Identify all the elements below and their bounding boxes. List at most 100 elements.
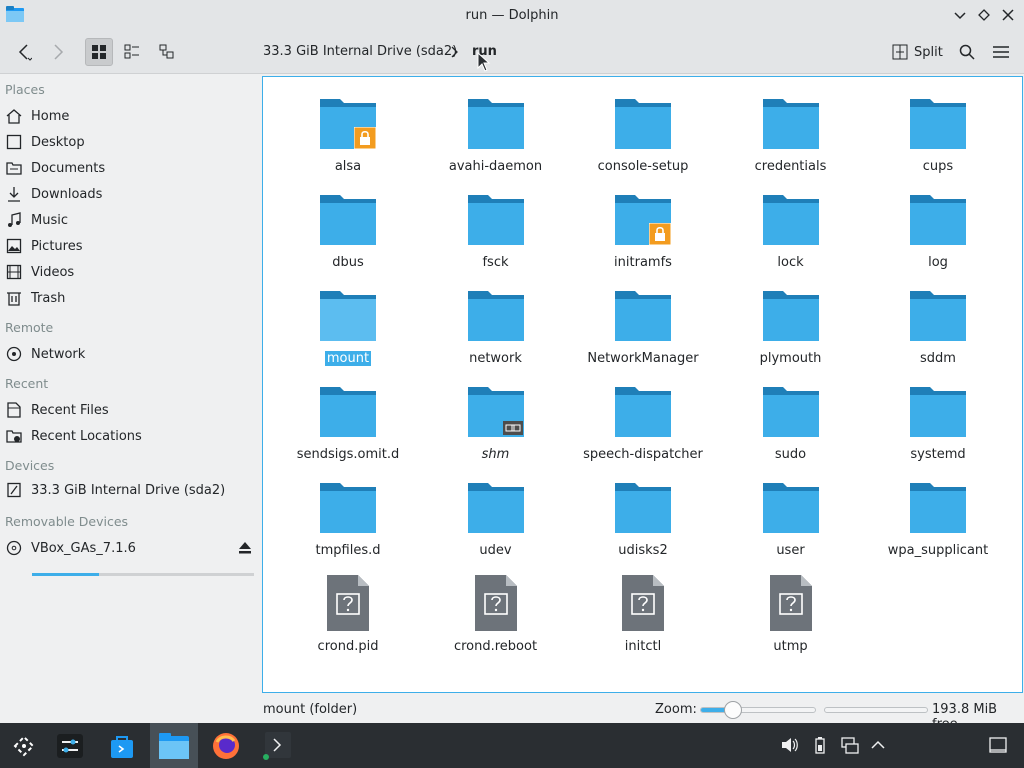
- file-item[interactable]: crond.reboot: [426, 569, 566, 659]
- file-item[interactable]: crond.pid: [278, 569, 418, 659]
- unknown-file-icon: [613, 573, 673, 633]
- firefox-icon: [213, 732, 239, 759]
- sidebar-item-music[interactable]: Music: [5, 208, 255, 232]
- file-item[interactable]: utmp: [721, 569, 861, 659]
- battery-tray[interactable]: [810, 735, 830, 755]
- folder-item[interactable]: mount: [278, 281, 418, 371]
- taskbar-discover[interactable]: [98, 723, 146, 768]
- folder-item[interactable]: wpa_supplicant: [868, 473, 1008, 563]
- kde-launcher-icon: [13, 735, 35, 756]
- file-name-label: alsa: [334, 159, 362, 174]
- file-name-label: NetworkManager: [587, 351, 699, 366]
- desktop-icon: [989, 737, 1007, 753]
- file-name-label: systemd: [910, 447, 966, 462]
- folder-item[interactable]: cups: [868, 89, 1008, 179]
- folder-item[interactable]: udev: [426, 473, 566, 563]
- folder-item[interactable]: speech-dispatcher: [573, 377, 713, 467]
- close-button[interactable]: [998, 5, 1018, 25]
- show-hidden-tray[interactable]: [868, 735, 888, 755]
- file-view[interactable]: alsa avahi-daemon console-setup credentials…: [262, 76, 1023, 693]
- folder-item[interactable]: udisks2: [573, 473, 713, 563]
- file-item[interactable]: initctl: [573, 569, 713, 659]
- sidebar-item-desktop[interactable]: Desktop: [5, 130, 255, 154]
- folder-item[interactable]: initramfs: [573, 185, 713, 275]
- section-removable-devices: Removable Devices: [5, 514, 129, 529]
- file-name-label: dbus: [332, 255, 364, 270]
- folder-item[interactable]: lock: [721, 185, 861, 275]
- folder-item[interactable]: fsck: [426, 185, 566, 275]
- folder-item[interactable]: sendsigs.omit.d: [278, 377, 418, 467]
- folder-item[interactable]: dbus: [278, 185, 418, 275]
- file-name-label: console-setup: [597, 159, 689, 174]
- folder-icon: [908, 477, 968, 537]
- show-desktop-button[interactable]: [988, 735, 1008, 755]
- folder-item[interactable]: log: [868, 185, 1008, 275]
- lock-badge-icon: [353, 126, 377, 150]
- folder-item[interactable]: sddm: [868, 281, 1008, 371]
- file-name-label: credentials: [754, 159, 827, 174]
- folder-item[interactable]: network: [426, 281, 566, 371]
- folder-icon: [466, 285, 526, 345]
- folder-item[interactable]: plymouth: [721, 281, 861, 371]
- menu-button[interactable]: [987, 38, 1015, 66]
- folder-item[interactable]: user: [721, 473, 861, 563]
- grid-view-icon: [92, 45, 106, 59]
- compact-view-button[interactable]: [118, 38, 146, 66]
- taskbar-terminal[interactable]: [254, 723, 302, 768]
- folder-item[interactable]: shm: [426, 377, 566, 467]
- file-name-label: udev: [479, 543, 512, 558]
- volume-tray[interactable]: [780, 735, 800, 755]
- folder-item[interactable]: credentials: [721, 89, 861, 179]
- sidebar-item-label: Desktop: [31, 134, 85, 150]
- sidebar-item-vbox-gas[interactable]: VBox_GAs_7.1.6: [5, 536, 255, 560]
- split-view-icon: [892, 44, 908, 60]
- eject-icon[interactable]: [238, 541, 252, 555]
- sidebar-item-home[interactable]: Home: [5, 104, 255, 128]
- sidebar-item-recent-locations[interactable]: Recent Locations: [5, 424, 255, 448]
- forward-button[interactable]: [44, 38, 72, 66]
- application-launcher[interactable]: [0, 723, 48, 768]
- folder-item[interactable]: console-setup: [573, 89, 713, 179]
- sidebar-item-internal-drive[interactable]: 33.3 GiB Internal Drive (sda2): [5, 478, 255, 502]
- terminal-icon: [263, 731, 291, 760]
- folder-icon: [613, 381, 673, 441]
- taskbar-firefox[interactable]: [202, 723, 250, 768]
- maximize-button[interactable]: [974, 5, 994, 25]
- folder-item[interactable]: sudo: [721, 377, 861, 467]
- split-button[interactable]: Split: [888, 38, 947, 66]
- shopping-bag-icon: [111, 735, 133, 758]
- zoom-slider[interactable]: [700, 701, 816, 719]
- sidebar-item-videos[interactable]: Videos: [5, 260, 255, 284]
- back-button[interactable]: [10, 38, 38, 66]
- battery-icon: [815, 737, 825, 754]
- sidebar-item-trash[interactable]: Trash: [5, 286, 255, 310]
- taskbar-system-settings[interactable]: [46, 723, 94, 768]
- hamburger-menu-icon: [993, 46, 1009, 58]
- minimize-button[interactable]: [950, 5, 970, 25]
- sidebar-item-network[interactable]: Network: [5, 342, 255, 366]
- network-tray[interactable]: [840, 735, 860, 755]
- folder-item[interactable]: alsa: [278, 89, 418, 179]
- documents-icon: [5, 159, 23, 177]
- sidebar-item-downloads[interactable]: Downloads: [5, 182, 255, 206]
- folder-item[interactable]: systemd: [868, 377, 1008, 467]
- search-button[interactable]: [953, 38, 981, 66]
- sidebar-item-documents[interactable]: Documents: [5, 156, 255, 180]
- drive-icon: [5, 481, 23, 499]
- sidebar-item-pictures[interactable]: Pictures: [5, 234, 255, 258]
- drive-usage-bar: [32, 573, 254, 576]
- folder-item[interactable]: avahi-daemon: [426, 89, 566, 179]
- details-view-button[interactable]: [153, 38, 181, 66]
- folder-icon: [761, 381, 821, 441]
- folder-item[interactable]: NetworkManager: [573, 281, 713, 371]
- breadcrumb-drive[interactable]: 33.3 GiB Internal Drive (sda2): [263, 44, 457, 59]
- icons-view-button[interactable]: [85, 38, 113, 66]
- file-name-label: user: [776, 543, 805, 558]
- folder-item[interactable]: tmpfiles.d: [278, 473, 418, 563]
- sidebar-item-label: VBox_GAs_7.1.6: [31, 540, 136, 556]
- zoom-slider-handle[interactable]: [724, 701, 743, 719]
- file-name-label: sudo: [774, 447, 807, 462]
- taskbar-dolphin[interactable]: [150, 723, 198, 768]
- sidebar-item-recent-files[interactable]: Recent Files: [5, 398, 255, 422]
- optical-disc-icon: [5, 539, 23, 557]
